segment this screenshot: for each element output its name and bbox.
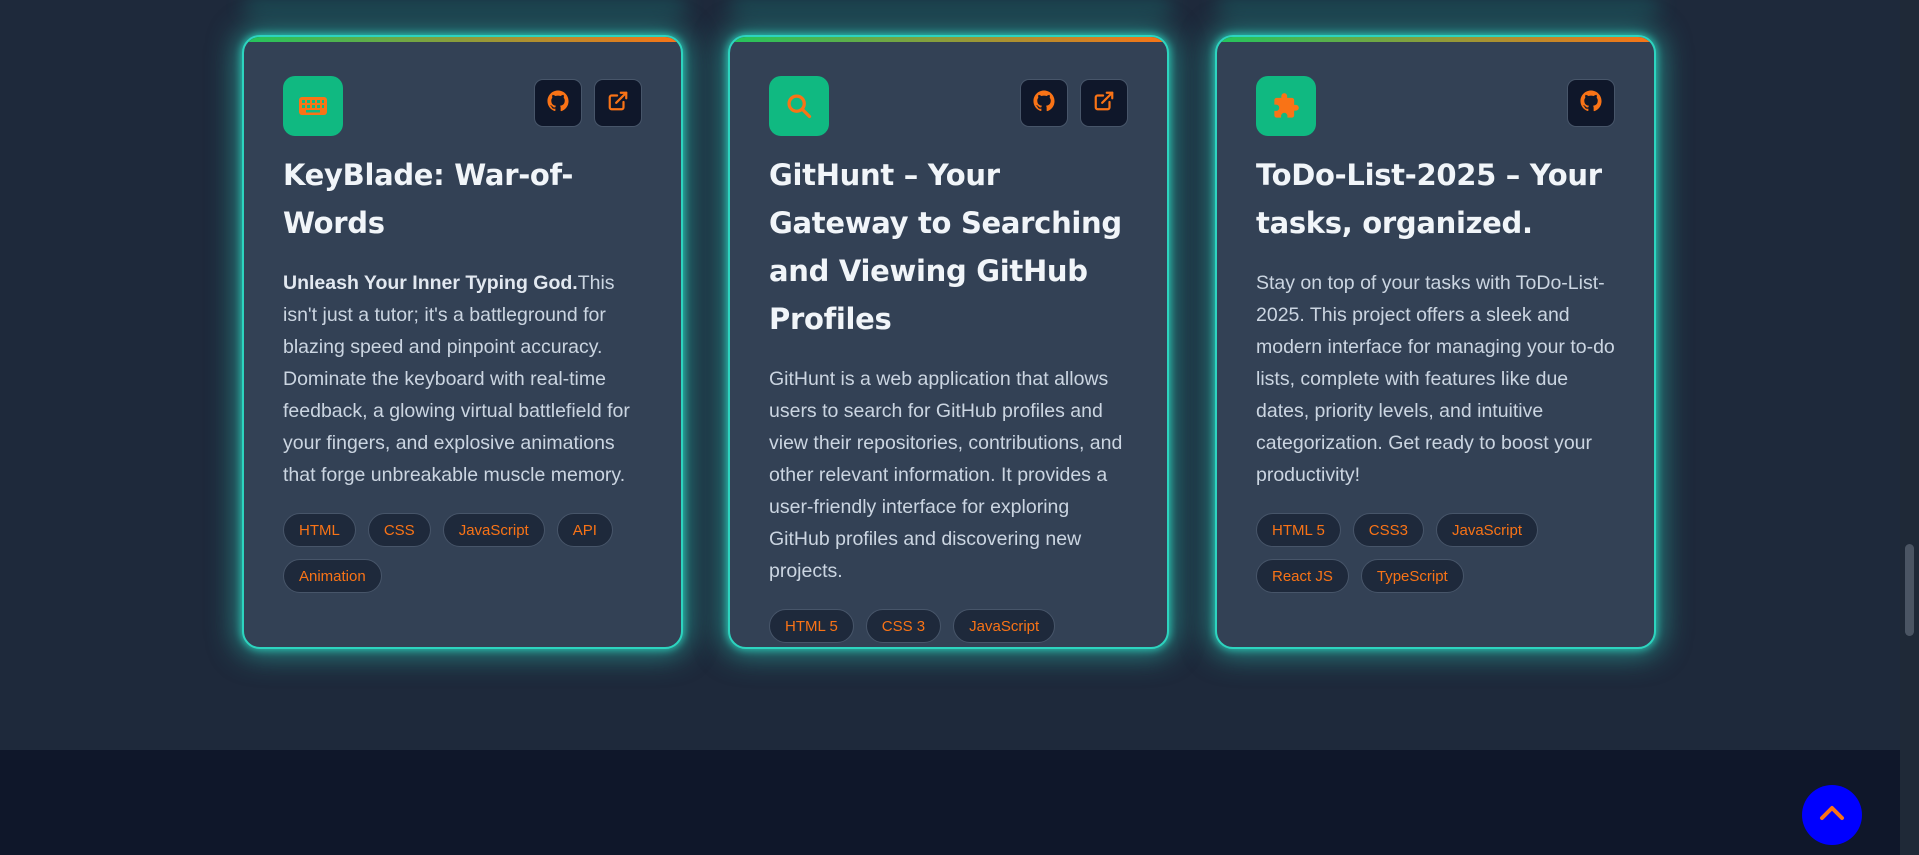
project-card-todo: ToDo-List-2025 – Your tasks, organized. … [1215,35,1656,649]
tech-tag: HTML 5 [769,609,854,643]
scrollbar-thumb[interactable] [1905,544,1914,636]
tech-tag: HTML [283,513,356,547]
project-title: ToDo-List-2025 – Your tasks, organized. [1256,158,1602,240]
project-title: GitHunt – Your Gateway to Searching and … [769,158,1122,336]
back-to-top-button[interactable] [1802,785,1862,845]
tech-tags: HTML 5 CSS 3 JavaScript [769,609,1128,643]
project-description: Stay on top of your tasks with ToDo-List… [1256,272,1615,486]
tech-tag: CSS3 [1352,513,1424,547]
previous-card-glow [245,0,685,12]
puzzle-icon [1272,92,1300,120]
project-icon-tile [1256,76,1316,136]
project-description: GitHunt is a web application that allows… [769,368,1123,582]
tech-tag: Animation [283,559,382,593]
tech-tag: CSS [367,513,431,547]
project-icon-tile [283,76,343,136]
description-highlight: Unleash Your Inner Typing God. [283,272,578,294]
project-card-githunt: GitHunt – Your Gateway to Searching and … [728,35,1169,649]
tech-tags: HTML CSS JavaScript API Animation [283,513,642,593]
keyboard-icon [298,95,328,117]
tech-tag: JavaScript [442,513,545,547]
tech-tag: HTML 5 [1256,513,1341,547]
tech-tag: CSS 3 [865,609,942,643]
tech-tag: JavaScript [953,609,1056,643]
tech-tag: JavaScript [1435,513,1539,547]
tech-tag: React JS [1256,559,1349,593]
footer [0,750,1900,855]
page-scrollbar[interactable] [1900,0,1919,855]
tech-tag: TypeScript [1360,559,1464,593]
projects-section: KeyBlade: War-of-Words Unleash Your Inne… [0,0,1900,750]
project-title: KeyBlade: War-of-Words [283,158,574,240]
project-card-keyblade: KeyBlade: War-of-Words Unleash Your Inne… [242,35,683,649]
chevron-up-icon [1818,803,1846,827]
description-text: This isn't just a tutor; it's a battlegr… [283,272,630,486]
search-icon [785,92,813,120]
previous-card-glow [731,0,1171,12]
previous-card-glow [1218,0,1658,12]
project-description: Unleash Your Inner Typing God.This isn't… [283,267,642,491]
tech-tag: API [556,513,613,547]
project-icon-tile [769,76,829,136]
tech-tags: HTML 5 CSS3 JavaScript React JS TypeScri… [1256,513,1615,593]
